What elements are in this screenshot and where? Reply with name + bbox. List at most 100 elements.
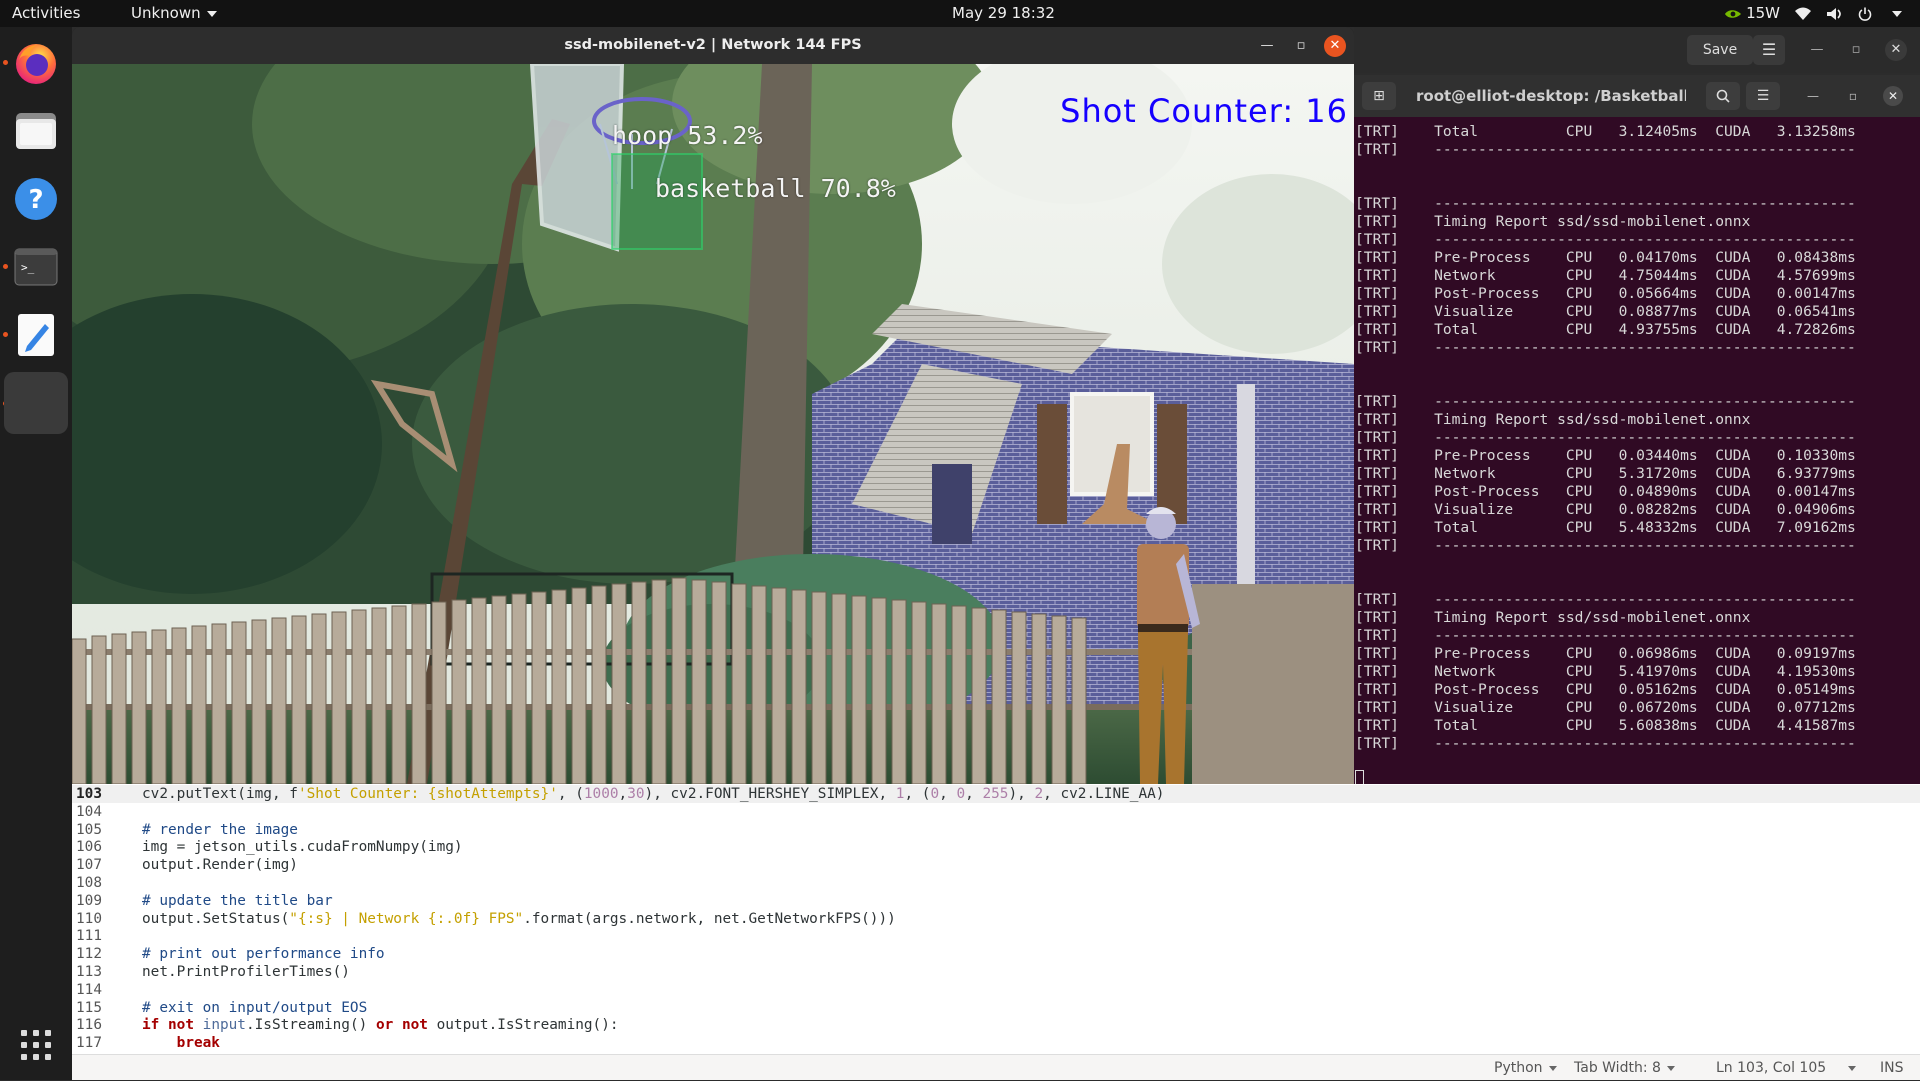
- terminal-line: [TRT] Total CPU 5.48332ms CUDA 7.09162ms: [1355, 519, 1856, 536]
- code-text: output.SetStatus("{:s} | Network {:.0f} …: [142, 910, 896, 928]
- system-tray[interactable]: 15W: [1724, 0, 1902, 27]
- terminal-search-button[interactable]: [1706, 82, 1740, 110]
- hamburger-icon: ☰: [1756, 88, 1770, 104]
- terminal-line: [TRT] Timing Report ssd/ssd-mobilenet.on…: [1355, 411, 1751, 428]
- terminal-output[interactable]: [TRT] Total CPU 3.12405ms CUDA 3.13258ms…: [1354, 117, 1920, 789]
- wifi-icon: [1795, 7, 1811, 20]
- terminal-maximize-button[interactable]: ▫: [1843, 86, 1863, 106]
- code-line[interactable]: 104: [72, 803, 1920, 821]
- nvidia-icon: [1725, 9, 1742, 18]
- code-line[interactable]: 103 cv2.putText(img, f'Shot Counter: {sho…: [72, 785, 1920, 803]
- code-token: 255: [982, 786, 1009, 802]
- code-token: input: [202, 1017, 246, 1034]
- activities-button[interactable]: Activities: [12, 0, 80, 27]
- video-maximize-button[interactable]: ▫: [1290, 35, 1312, 57]
- app-menu[interactable]: Unknown: [131, 0, 217, 27]
- code-line[interactable]: 111: [72, 927, 1920, 945]
- editor-maximize-button[interactable]: ▫: [1845, 39, 1867, 61]
- editor-menu-button[interactable]: ☰: [1753, 35, 1785, 65]
- code-line[interactable]: 112 # print out performance info: [72, 945, 1920, 963]
- tab-width-selector[interactable]: Tab Width: 8: [1574, 1055, 1675, 1081]
- new-tab-button[interactable]: ⊞: [1362, 82, 1396, 110]
- active-window-launcher[interactable]: [4, 372, 68, 434]
- firefox-launcher[interactable]: [10, 37, 62, 89]
- video-close-button[interactable]: ✕: [1324, 35, 1346, 57]
- language-label: Python: [1494, 1060, 1543, 1076]
- editor-statusbar: Python Tab Width: 8 Ln 103, Col 105 INS: [72, 1054, 1920, 1080]
- running-indicator: [3, 60, 8, 65]
- video-minimize-button[interactable]: —: [1256, 35, 1278, 57]
- terminal-close-button[interactable]: ✕: [1883, 86, 1903, 106]
- editor-minimize-button[interactable]: —: [1806, 39, 1828, 61]
- video-frame: Shot Counter: 16 hoop 53.2% basketball 7…: [72, 64, 1354, 784]
- cursor-position[interactable]: Ln 103, Col 105: [1716, 1055, 1857, 1081]
- code-token: break: [142, 1035, 220, 1052]
- code-token: 0: [956, 786, 966, 802]
- code-line[interactable]: 107 output.Render(img): [72, 856, 1920, 874]
- code-line[interactable]: 115 # exit on input/output EOS: [72, 999, 1920, 1017]
- code-token: , cv2.LINE_AA): [1043, 786, 1165, 802]
- code-token: output.Render(img): [142, 857, 298, 874]
- power-mode-indicator[interactable]: 15W: [1724, 0, 1780, 27]
- line-number: 109: [76, 892, 102, 909]
- text-editor-launcher[interactable]: [10, 309, 62, 361]
- hamburger-icon: ☰: [1761, 40, 1777, 59]
- code-line[interactable]: 117 break: [72, 1034, 1920, 1052]
- language-selector[interactable]: Python: [1494, 1055, 1557, 1081]
- code-line[interactable]: 116 if not input.IsStreaming() or not out…: [72, 1016, 1920, 1034]
- line-number: 116: [76, 1017, 102, 1034]
- line-number: 106: [76, 839, 102, 856]
- terminal-launcher[interactable]: >_: [10, 241, 62, 293]
- code-token: "{:s} | Network {:.0f} FPS": [289, 910, 524, 927]
- code-token: # exit on input/output EOS: [142, 999, 368, 1016]
- video-output-window[interactable]: ssd-mobilenet-v2 | Network 144 FPS — ▫ ✕: [72, 27, 1354, 784]
- terminal-line: [TRT] Pre-Process CPU 0.04170ms CUDA 0.0…: [1355, 249, 1856, 266]
- minimize-icon: —: [1260, 38, 1274, 53]
- terminal-line: [TRT] ----------------------------------…: [1355, 141, 1856, 158]
- code-line[interactable]: 110 output.SetStatus("{:s} | Network {:.0…: [72, 910, 1920, 928]
- save-button[interactable]: Save: [1687, 35, 1753, 65]
- close-icon: ✕: [1890, 42, 1902, 57]
- code-token: # print out performance info: [142, 946, 385, 963]
- code-line[interactable]: 109 # update the title bar: [72, 892, 1920, 910]
- code-token: net.PrintProfilerTimes(): [142, 964, 350, 980]
- terminal-menu-button[interactable]: ☰: [1746, 82, 1780, 110]
- code-text: # update the title bar: [142, 892, 333, 910]
- show-applications-icon[interactable]: [21, 1030, 51, 1060]
- terminal-line: [TRT] Total CPU 4.93755ms CUDA 4.72826ms: [1355, 321, 1856, 338]
- search-icon: [1716, 89, 1730, 103]
- code-line[interactable]: 106 img = jetson_utils.cudaFromNumpy(img): [72, 838, 1920, 856]
- code-token: 'Shot Counter: {shotAttempts}': [297, 786, 558, 802]
- code-token: or not: [375, 1017, 437, 1034]
- code-line[interactable]: 114: [72, 981, 1920, 999]
- running-indicator: [3, 332, 8, 337]
- code-line[interactable]: 105 # render the image: [72, 821, 1920, 839]
- code-token: 0: [930, 786, 940, 802]
- editor-close-button[interactable]: ✕: [1885, 39, 1907, 61]
- power-icon: [1858, 7, 1872, 21]
- code-line[interactable]: 108: [72, 874, 1920, 892]
- code-token: , (: [557, 786, 584, 802]
- line-number: 113: [76, 964, 102, 980]
- insert-mode[interactable]: INS: [1880, 1055, 1904, 1081]
- terminal-minimize-button[interactable]: —: [1803, 86, 1823, 106]
- svg-text:?: ?: [28, 185, 43, 215]
- firefox-icon: [16, 44, 56, 84]
- code-token: output.IsStreaming():: [436, 1017, 619, 1034]
- code-editor[interactable]: 103 cv2.putText(img, f'Shot Counter: {sho…: [72, 784, 1920, 1054]
- svg-text:>_: >_: [21, 261, 35, 274]
- editor-titlebar: [1354, 27, 1920, 73]
- line-number: 117: [76, 1035, 102, 1052]
- help-icon: ?: [15, 178, 57, 220]
- files-launcher[interactable]: [10, 105, 62, 157]
- help-launcher[interactable]: ?: [10, 173, 62, 225]
- code-token: ,: [939, 786, 957, 802]
- clock[interactable]: May 29 18:32: [952, 0, 1055, 27]
- code-text: output.Render(img): [142, 856, 298, 874]
- terminal-icon: >_: [14, 248, 58, 286]
- code-line[interactable]: 113 net.PrintProfilerTimes(): [72, 963, 1920, 981]
